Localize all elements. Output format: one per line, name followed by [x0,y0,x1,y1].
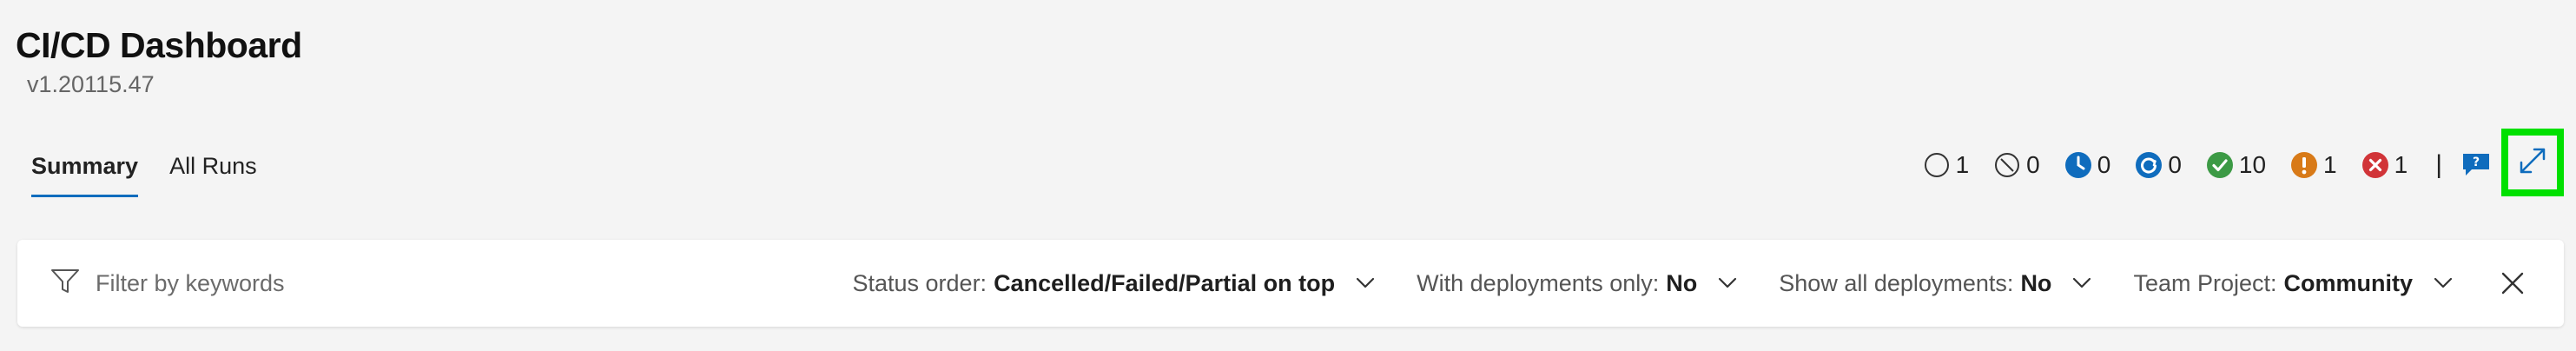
help-chat-icon[interactable]: ? [2461,152,2491,178]
tab-summary[interactable]: Summary [31,153,139,197]
tab-bar: Summary All Runs [31,153,257,197]
expand-icon [2518,146,2547,180]
team-project-label: Team Project: [2133,269,2277,296]
skipped-icon [1993,151,2021,179]
status-summary: 1 0 0 0 10 1 1 | ? [1923,150,2491,180]
chevron-down-icon [1357,277,1375,288]
status-failed[interactable]: 1 [2361,151,2408,179]
filter-keywords-input[interactable]: Filter by keywords [96,270,285,297]
queued-clock-icon [2064,151,2092,179]
chevron-down-icon [1719,277,1737,288]
status-in-progress[interactable]: 0 [2135,151,2182,179]
warning-icon [2290,151,2318,179]
team-project-dropdown[interactable]: Team Project: Community [2133,270,2453,297]
not-started-count: 1 [1955,151,1970,178]
chevron-down-icon [2434,277,2453,288]
deployments-only-label: With deployments only: [1417,269,1660,296]
failed-count: 1 [2394,151,2408,178]
deployments-only-dropdown[interactable]: With deployments only: No [1417,270,1737,297]
dashboard-page: CI/CD Dashboard v1.20115.47 Summary All … [0,0,2576,351]
queued-count: 0 [2097,151,2111,178]
svg-text:?: ? [2473,156,2480,169]
status-order-value: Cancelled/Failed/Partial on top [994,269,1336,296]
in-progress-count: 0 [2168,151,2182,178]
show-all-deployments-label: Show all deployments: [1779,269,2014,296]
deployments-only-value: No [1666,269,1698,296]
in-progress-icon [2135,151,2163,179]
show-all-deployments-dropdown[interactable]: Show all deployments: No [1779,270,2091,297]
not-started-icon [1923,151,1951,179]
status-succeeded[interactable]: 10 [2206,151,2266,179]
status-not-started[interactable]: 1 [1923,151,1970,179]
status-divider: | [2435,150,2442,179]
status-order-dropdown[interactable]: Status order: Cancelled/Failed/Partial o… [852,270,1375,297]
filter-funnel-icon [50,268,80,300]
succeeded-count: 10 [2238,151,2267,178]
expand-fullscreen-button[interactable] [2501,129,2564,196]
status-skipped[interactable]: 0 [1993,151,2040,179]
status-queued[interactable]: 0 [2064,151,2111,179]
status-warning[interactable]: 1 [2290,151,2337,179]
page-title: CI/CD Dashboard [16,25,302,65]
show-all-deployments-value: No [2020,269,2052,296]
warning-count: 1 [2323,151,2337,178]
team-project-value: Community [2283,269,2414,296]
clear-filters-close-icon[interactable] [2500,270,2526,296]
tab-all-runs[interactable]: All Runs [169,153,257,197]
status-order-label: Status order: [852,269,987,296]
filter-bar: Filter by keywords Status order: Cancell… [17,240,2564,327]
chevron-down-icon [2073,277,2091,288]
keyword-filter[interactable]: Filter by keywords [50,268,852,300]
succeeded-check-icon [2206,151,2234,179]
skipped-count: 0 [2026,151,2040,178]
failed-x-icon [2361,151,2389,179]
version-label: v1.20115.47 [27,71,155,97]
